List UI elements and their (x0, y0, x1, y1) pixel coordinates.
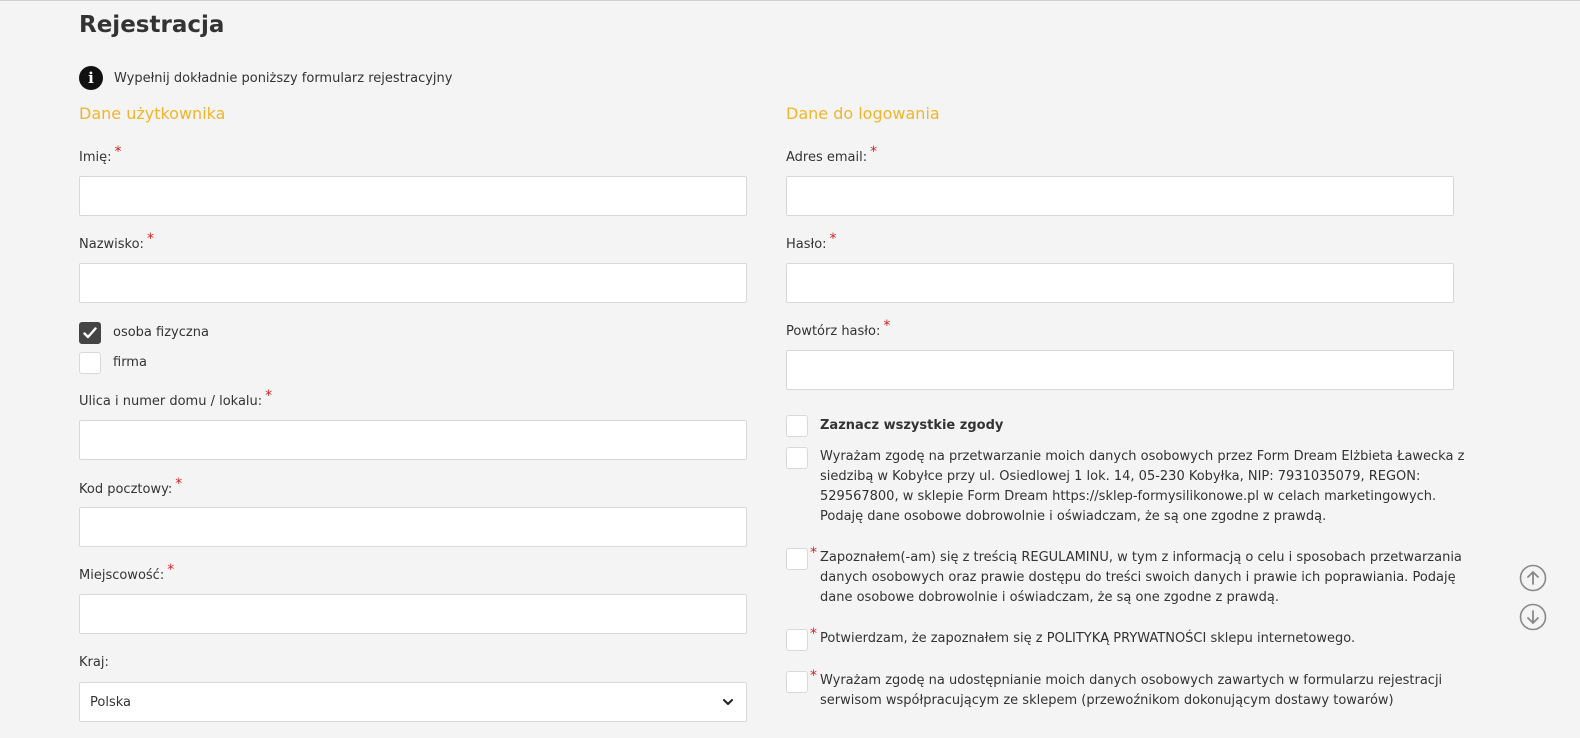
chevron-down-icon (723, 699, 733, 705)
required-mark: * (175, 476, 183, 492)
last-name-input[interactable] (79, 263, 747, 303)
select-all-consents-label: Zaznacz wszystkie zgody (820, 418, 1004, 433)
consent-marketing-text: Wyrażam zgodę na przetwarzanie moich dan… (820, 449, 1465, 524)
top-divider (0, 0, 1580, 1)
email-label: Adres email: * (786, 144, 878, 165)
select-all-consents-checkbox[interactable] (786, 415, 808, 437)
city-label: Miejscowość: * (79, 562, 175, 583)
first-name-input[interactable] (79, 176, 747, 216)
required-mark: * (810, 626, 817, 642)
required-mark: * (870, 144, 878, 160)
consent-sharing-text: Wyrażam zgodę na udostępnianie moich dan… (820, 673, 1443, 708)
postal-code-label: Kod pocztowy: * (79, 476, 183, 497)
person-type-individual-checkbox[interactable] (79, 322, 101, 344)
person-type-company-label: firma (113, 355, 147, 370)
required-mark: * (810, 668, 817, 684)
consent-terms-checkbox[interactable] (786, 548, 808, 570)
required-mark: * (265, 388, 273, 404)
consent-marketing: Wyrażam zgodę na przetwarzanie moich dan… (786, 447, 1476, 527)
required-mark: * (829, 231, 837, 247)
required-mark: * (883, 318, 891, 334)
page-title: Rejestracja (79, 12, 225, 38)
required-mark: * (114, 144, 122, 160)
required-mark: * (810, 545, 817, 561)
consent-privacy-checkbox[interactable] (786, 629, 808, 651)
consent-marketing-checkbox[interactable] (786, 447, 808, 469)
consent-terms: * Zapoznałem(-am) się z treścią REGULAMI… (786, 545, 1476, 608)
consent-privacy-text: Potwierdzam, że zapoznałem się z POLITYK… (820, 631, 1356, 646)
postal-code-input[interactable] (79, 507, 747, 547)
consent-privacy: * Potwierdzam, że zapoznałem się z POLIT… (786, 626, 1476, 651)
required-mark: * (167, 562, 175, 578)
arrow-down-circle-icon[interactable] (1519, 603, 1547, 631)
info-text: Wypełnij dokładnie poniższy formularz re… (114, 70, 453, 86)
password-input[interactable] (786, 263, 1454, 303)
country-label: Kraj: (79, 655, 109, 670)
person-type-company-checkbox[interactable] (79, 352, 101, 374)
first-name-label: Imię: * (79, 144, 122, 165)
country-select[interactable]: Polska (79, 682, 747, 722)
city-input[interactable] (79, 594, 747, 634)
last-name-label: Nazwisko: * (79, 231, 154, 252)
consent-terms-text: Zapoznałem(-am) się z treścią REGULAMINU… (820, 550, 1462, 605)
password-label: Hasło: * (786, 231, 837, 252)
country-select-value: Polska (90, 694, 131, 710)
password-repeat-input[interactable] (786, 350, 1454, 390)
email-input[interactable] (786, 176, 1454, 216)
arrow-up-circle-icon[interactable] (1519, 564, 1547, 592)
info-icon: i (79, 66, 103, 90)
consent-sharing: * Wyrażam zgodę na udostępnianie moich d… (786, 668, 1476, 711)
required-mark: * (146, 231, 154, 247)
person-type-individual-label: osoba fizyczna (113, 325, 209, 340)
password-repeat-label: Powtórz hasło: * (786, 318, 891, 339)
login-section-title: Dane do logowania (786, 104, 940, 123)
street-input[interactable] (79, 420, 747, 460)
consent-select-all: Zaznacz wszystkie zgody (786, 415, 1476, 437)
check-icon (83, 327, 97, 339)
street-label: Ulica i numer domu / lokalu: * (79, 388, 273, 409)
info-notice: i Wypełnij dokładnie poniższy formularz … (79, 66, 452, 90)
consent-sharing-checkbox[interactable] (786, 671, 808, 693)
user-section-title: Dane użytkownika (79, 104, 226, 123)
